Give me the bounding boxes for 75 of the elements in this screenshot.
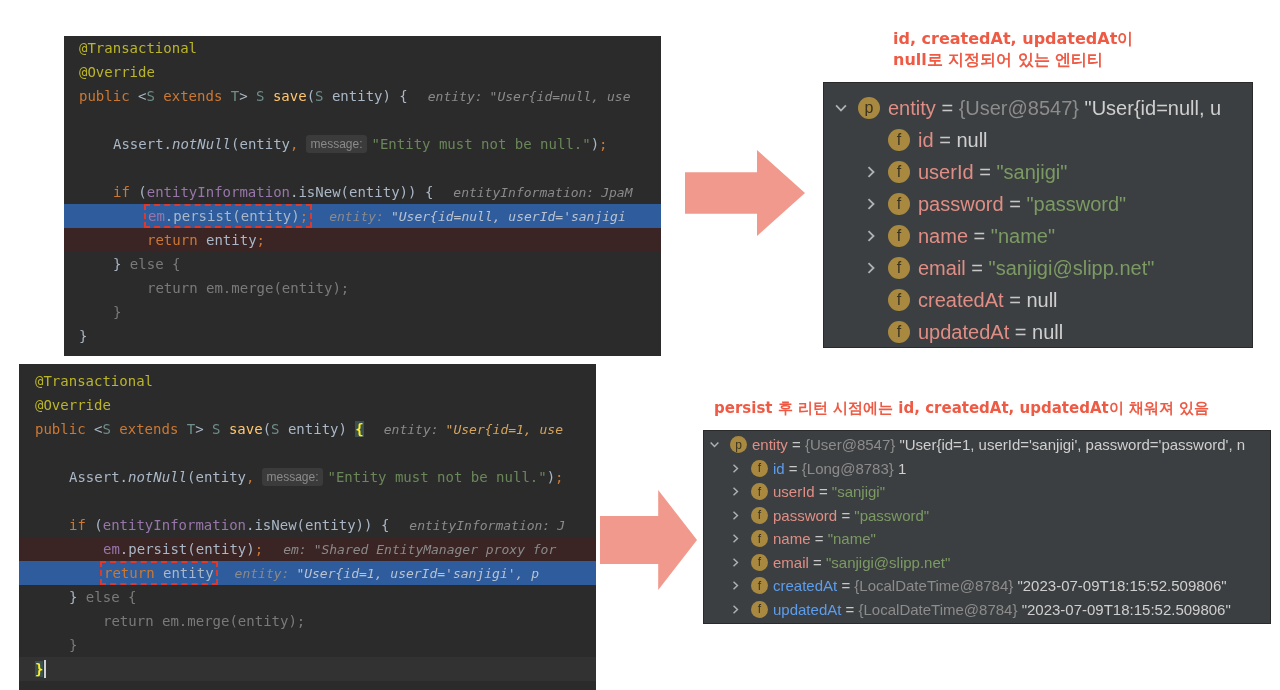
code-text: return em.merge(entity); [103, 612, 306, 630]
parameter-hint: message: [306, 135, 367, 153]
code-text: } [113, 303, 122, 321]
code-text: em.persist(entity); [147, 207, 310, 225]
member-badge: f [751, 530, 768, 548]
variable-text: password = "password" [918, 192, 1127, 216]
parameter-hint: message: [262, 468, 323, 486]
variable-text: name = "name" [918, 224, 1056, 248]
member-badge: f [888, 289, 910, 311]
member-badge: f [751, 577, 768, 595]
chevron-right-icon[interactable] [730, 603, 741, 615]
chevron-right-icon[interactable] [730, 462, 741, 474]
member-badge: f [751, 553, 768, 571]
code-text: "Entity must not be null."); [327, 468, 564, 486]
variable-text: createdAt = null [918, 288, 1058, 312]
code-text: if (entityInformation.isNew(entity)) { [113, 183, 434, 201]
code-text: em.persist(entity); [103, 540, 264, 558]
inline-value-hint: entity: "User{id=1, use [383, 421, 563, 437]
member-badge: f [751, 483, 768, 501]
member-badge: p [858, 97, 880, 119]
variable-text: entity = {User@8547} "User{id=1, userId='sanjigi', password='password', n [752, 436, 1246, 454]
code-text: @Override [79, 63, 155, 81]
code-text: return entity [103, 564, 215, 582]
code-text: } [69, 636, 78, 654]
member-badge: f [888, 257, 910, 279]
code-text: } [79, 327, 88, 345]
inline-value-hint: entity: "User{id=null, userId='sanjigi [329, 208, 626, 224]
variable-text: id = null [918, 128, 988, 152]
annotation-caption: persist 후 리턴 시점에는 id, createdAt, updatedAt이 채워져 있음 [714, 398, 1210, 419]
text-cursor [44, 660, 47, 678]
member-badge: f [888, 225, 910, 247]
inline-value-hint: entity: "User{id=null, use [427, 88, 631, 104]
variable-text: userId = "sanjigi" [773, 483, 885, 501]
code-text: @Transactional [79, 39, 197, 57]
member-badge: f [751, 459, 768, 477]
member-badge: f [888, 193, 910, 215]
member-badge: f [751, 600, 768, 618]
code-text: @Transactional [35, 372, 153, 390]
chevron-right-icon[interactable] [730, 486, 741, 498]
code-text: Assert.notNull(entity, [113, 135, 299, 153]
chevron-right-icon[interactable] [730, 533, 741, 545]
code-text: return em.merge(entity); [147, 279, 350, 297]
variable-text: createdAt = {LocalDateTime@8784} "2023-07-09T18:15:52.509806" [773, 577, 1227, 595]
inline-value-hint: entity: "User{id=1, userId='sanjigi', p [234, 565, 540, 581]
chevron-right-icon[interactable] [730, 580, 741, 592]
variable-text: id = {Long@8783} 1 [773, 459, 907, 477]
variable-text: email = "sanjigi@slipp.net" [918, 256, 1155, 280]
code-text: "Entity must not be null."); [371, 135, 608, 153]
inline-value-hint: entityInformation: JpaM [453, 184, 633, 200]
inline-value-hint: em: "Shared EntityManager proxy for [283, 541, 557, 557]
code-text: return entity; [147, 231, 266, 249]
member-badge: p [730, 436, 747, 454]
member-badge: f [751, 506, 768, 524]
code-text: public <S extends T> S save(S entity) { [35, 420, 364, 438]
member-badge: f [888, 321, 910, 343]
code-text: } else { [113, 255, 181, 273]
annotation-caption: id, createdAt, updatedAt이 null로 지정되어 있는 엔티티 [893, 28, 1134, 71]
chevron-right-icon[interactable] [730, 509, 741, 521]
code-text: } [35, 660, 44, 678]
chevron-right-icon[interactable] [730, 556, 741, 568]
variable-text: updatedAt = {LocalDateTime@8784} "2023-07-09T18:15:52.509806" [773, 600, 1231, 618]
variable-text: entity = {User@8547} "User{id=null, u [888, 96, 1222, 120]
variable-text: password = "password" [773, 506, 930, 524]
code-text: @Override [35, 396, 111, 414]
code-text: if (entityInformation.isNew(entity)) { [69, 516, 390, 534]
variable-text: email = "sanjigi@slipp.net" [773, 553, 951, 571]
variable-text: userId = "sanjigi" [918, 160, 1068, 184]
code-text: public <S extends T> S save(S entity) { [79, 87, 408, 105]
member-badge: f [888, 161, 910, 183]
code-text: } else { [69, 588, 137, 606]
variable-text: name = "name" [773, 530, 876, 548]
code-text: Assert.notNull(entity, [69, 468, 255, 486]
inline-value-hint: entityInformation: J [409, 517, 566, 533]
variable-text: updatedAt = null [918, 320, 1064, 344]
member-badge: f [888, 129, 910, 151]
